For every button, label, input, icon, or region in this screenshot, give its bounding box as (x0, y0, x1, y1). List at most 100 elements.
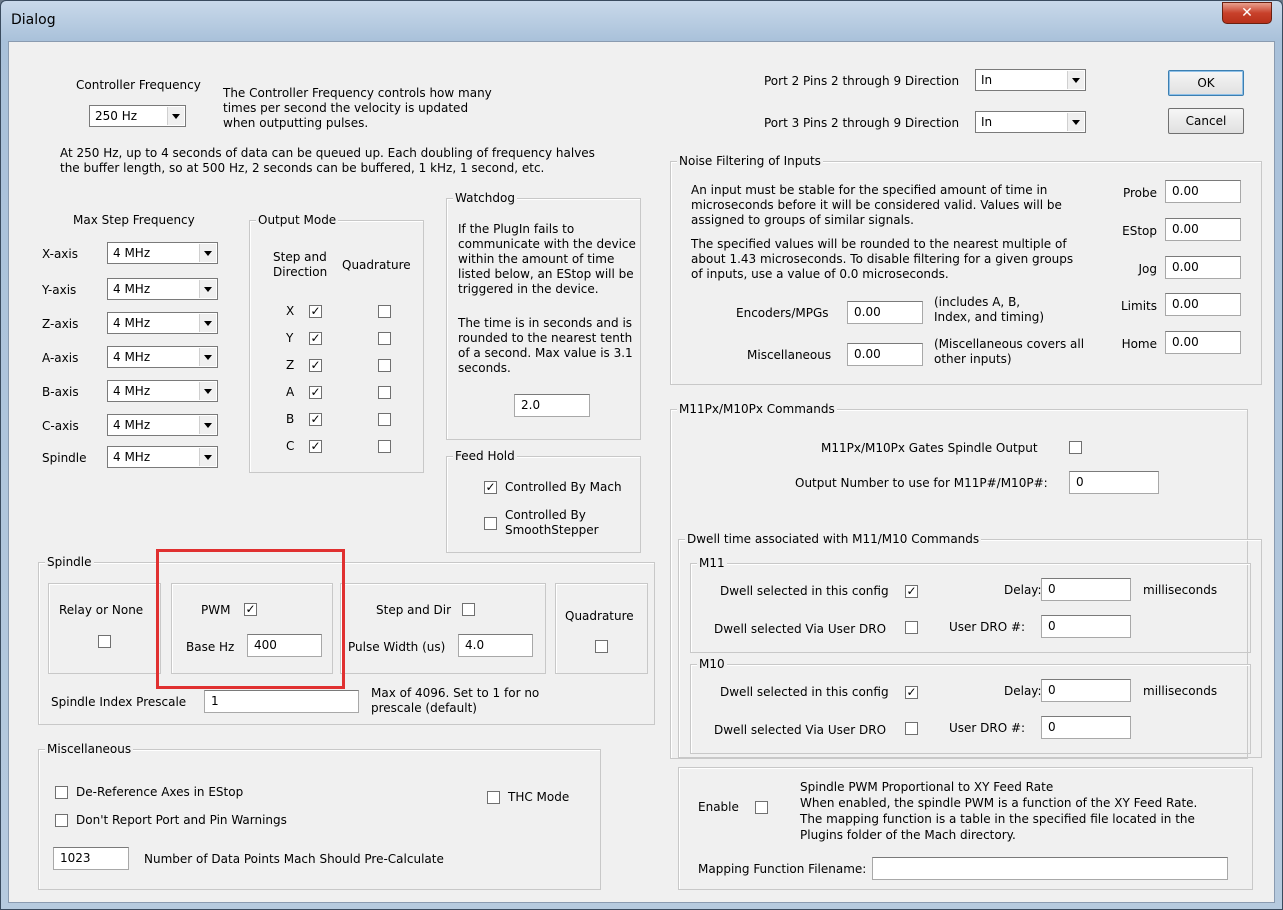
axis-frequency-value: 4 MHz (113, 418, 151, 432)
axis-label-1: Y-axis (42, 283, 77, 297)
controlled-by-mach-label: Controlled By Mach (505, 480, 622, 494)
controlled-by-smoothstepper-checkbox[interactable] (484, 517, 497, 530)
watchdog-text-9: seconds. (458, 361, 511, 375)
user-dro-input[interactable]: 0 (1041, 615, 1131, 638)
port2-direction-select[interactable]: In (975, 69, 1086, 91)
noise-field-input-0[interactable]: 0.00 (1165, 180, 1241, 203)
enable-label: Enable (698, 800, 739, 814)
title-bar[interactable]: Dialog ✕ (1, 1, 1282, 41)
noise-field-label-1: EStop (1122, 224, 1157, 238)
noise-field-input-1[interactable]: 0.00 (1165, 218, 1241, 241)
step-direction-checkbox-4[interactable]: ✓ (309, 413, 322, 426)
quadrature-checkbox-2[interactable] (378, 359, 391, 372)
no-port-warnings-checkbox[interactable] (55, 814, 68, 827)
thc-mode-label: THC Mode (508, 790, 570, 804)
x-icon: ✕ (1241, 5, 1253, 21)
spindle-relay-box: Relay or None (48, 583, 161, 674)
delay-input[interactable]: 0 (1041, 578, 1131, 601)
thc-mode-checkbox[interactable] (487, 791, 500, 804)
feed-hold-title: Feed Hold (453, 448, 517, 464)
dwell-config-checkbox[interactable]: ✓ (905, 686, 918, 699)
watchdog-text-1: If the PlugIn fails to (458, 222, 575, 236)
axis-frequency-select-0[interactable]: 4 MHz (107, 242, 218, 264)
noise-text-2: microseconds before it will be considere… (691, 198, 1062, 212)
gates-spindle-label: M11Px/M10Px Gates Spindle Output (821, 441, 1038, 455)
step-direction-checkbox-0[interactable]: ✓ (309, 305, 322, 318)
dwell-config-label: Dwell selected in this config (720, 685, 889, 699)
mapping-filename-input[interactable] (872, 857, 1228, 880)
watchdog-text-3: within the amount of time (458, 252, 615, 266)
controller-frequency-select[interactable]: 250 Hz (89, 105, 186, 127)
output-axis-label-0: X (286, 304, 295, 318)
quadrature-checkbox-0[interactable] (378, 305, 391, 318)
dwell-config-checkbox[interactable]: ✓ (905, 585, 918, 598)
controlled-by-label-2: SmoothStepper (505, 523, 599, 537)
step-direction-checkbox-1[interactable]: ✓ (309, 332, 322, 345)
user-dro-input[interactable]: 0 (1041, 716, 1131, 739)
quadrature-checkbox-5[interactable] (378, 440, 391, 453)
quadrature-checkbox-4[interactable] (378, 413, 391, 426)
step-direction-checkbox-5[interactable]: ✓ (309, 440, 322, 453)
dwell-subgroup-m11: M11 Dwell selected in this config ✓ Delay: 0… (690, 555, 1251, 653)
spindle-group: Spindle Relay or None PWM ✓ Base Hz 400 … (38, 554, 655, 725)
noise-misc-input[interactable]: 0.00 (847, 343, 923, 366)
ok-button[interactable]: OK (1168, 70, 1244, 96)
spindle-quadrature-box: Quadrature (555, 583, 648, 674)
output-mode-group: Output Mode Step and Direction Quadratur… (249, 212, 424, 473)
quadrature-checkbox-1[interactable] (378, 332, 391, 345)
controller-desc-2: times per second the velocity is updated (223, 101, 469, 115)
dwell-subgroup-title: M11 (697, 555, 727, 571)
axis-frequency-value: 4 MHz (113, 350, 151, 364)
watchdog-timeout-input[interactable]: 2.0 (514, 394, 590, 417)
noise-field-label-2: Jog (1138, 262, 1158, 276)
quadrature-checkbox-3[interactable] (378, 386, 391, 399)
dwell-subgroup-title: M10 (697, 656, 727, 672)
noise-field-input-4[interactable]: 0.00 (1165, 331, 1241, 354)
pulse-width-input[interactable]: 4.0 (458, 634, 533, 657)
spindle-title: Spindle (45, 554, 94, 570)
controller-desc-3: when outputting pulses. (223, 116, 369, 130)
axis-frequency-select-1[interactable]: 4 MHz (107, 278, 218, 300)
axis-frequency-value: 4 MHz (113, 316, 151, 330)
spindle-quadrature-checkbox[interactable] (595, 640, 608, 653)
port3-direction-select[interactable]: In (975, 111, 1086, 133)
dwell-dro-label: Dwell selected Via User DRO (714, 622, 887, 636)
noise-field-label-3: Limits (1121, 299, 1157, 313)
index-prescale-input[interactable]: 1 (204, 690, 359, 713)
relay-or-none-checkbox[interactable] (98, 635, 111, 648)
step-and-dir-checkbox[interactable] (462, 603, 475, 616)
controlled-by-mach-checkbox[interactable]: ✓ (484, 481, 497, 494)
noise-field-input-3[interactable]: 0.00 (1165, 293, 1241, 316)
de-reference-axes-checkbox[interactable] (55, 786, 68, 799)
noise-field-input-2[interactable]: 0.00 (1165, 256, 1241, 279)
dwell-dro-checkbox[interactable] (905, 722, 918, 735)
port2-direction-label: Port 2 Pins 2 through 9 Direction (764, 74, 960, 88)
noise-filtering-group: Noise Filtering of Inputs An input must … (670, 153, 1262, 385)
controlled-by-label-1: Controlled By (505, 508, 586, 522)
dialog-window: Dialog ✕ Controller Frequency 250 Hz The… (0, 0, 1283, 910)
axis-label-5: C-axis (42, 419, 79, 433)
controller-note-2: the buffer length, so at 500 Hz, 2 secon… (60, 161, 545, 175)
milliseconds-label: milliseconds (1143, 684, 1218, 698)
chevron-down-icon (199, 280, 216, 298)
axis-frequency-select-6[interactable]: 4 MHz (107, 446, 218, 468)
dwell-config-label: Dwell selected in this config (720, 584, 889, 598)
axis-frequency-select-4[interactable]: 4 MHz (107, 380, 218, 402)
axis-frequency-select-5[interactable]: 4 MHz (107, 414, 218, 436)
delay-label: Delay: (1004, 684, 1042, 698)
step-direction-header-1: Step and (273, 250, 327, 264)
close-button[interactable]: ✕ (1222, 2, 1272, 24)
dwell-dro-checkbox[interactable] (905, 621, 918, 634)
encoders-mpgs-input[interactable]: 0.00 (847, 301, 923, 324)
step-direction-checkbox-2[interactable]: ✓ (309, 359, 322, 372)
step-direction-checkbox-3[interactable]: ✓ (309, 386, 322, 399)
watchdog-text-6: The time is in seconds and is (458, 316, 633, 330)
output-number-input[interactable]: 0 (1069, 471, 1159, 494)
axis-frequency-select-3[interactable]: 4 MHz (107, 346, 218, 368)
gates-spindle-checkbox[interactable] (1069, 441, 1082, 454)
enable-pwm-feed-checkbox[interactable] (755, 801, 768, 814)
axis-frequency-select-2[interactable]: 4 MHz (107, 312, 218, 334)
delay-input[interactable]: 0 (1041, 679, 1131, 702)
data-points-input[interactable]: 1023 (53, 847, 129, 870)
cancel-button[interactable]: Cancel (1168, 108, 1244, 134)
